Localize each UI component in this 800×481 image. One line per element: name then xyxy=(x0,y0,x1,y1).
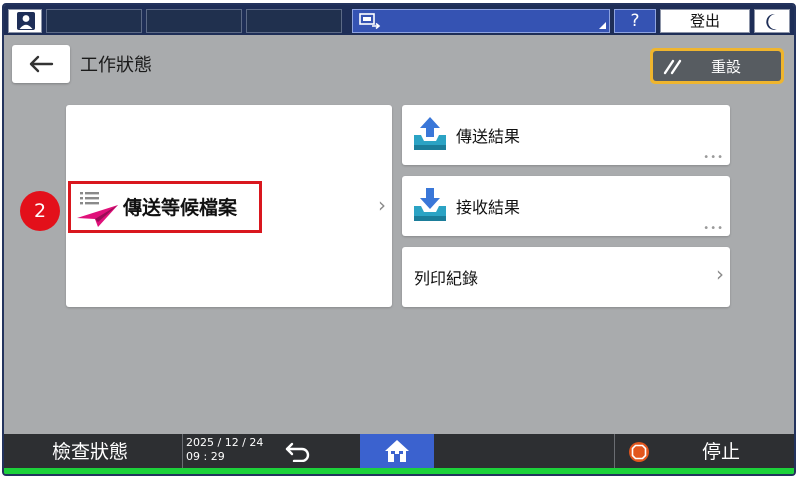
upload-tray-icon xyxy=(414,117,446,150)
widget-slot-3 xyxy=(246,9,342,33)
chevron-right-icon: › xyxy=(716,262,724,286)
status-indicator-line xyxy=(4,468,794,474)
divider xyxy=(614,434,615,468)
logout-button[interactable]: 登出 xyxy=(660,9,750,33)
receive-result-label: 接收結果 xyxy=(456,198,521,217)
reset-button-face: 重設 xyxy=(653,51,781,81)
home-icon xyxy=(385,440,409,462)
date-text: 2025 / 12 / 24 xyxy=(186,436,264,449)
more-icon: ••• xyxy=(703,223,724,234)
undo-icon[interactable] xyxy=(284,440,314,462)
send-queue-label: 傳送等候檔案 xyxy=(123,197,238,219)
print-log-label: 列印紀錄 xyxy=(414,269,479,288)
top-bar: ? 登出 xyxy=(4,5,794,35)
receive-result-card[interactable]: 接收結果 ••• xyxy=(402,176,730,236)
energy-saver-button[interactable] xyxy=(754,9,790,33)
send-queue-card[interactable]: 傳送等候檔案 › xyxy=(66,105,392,307)
dropdown-corner-icon xyxy=(599,22,606,29)
more-icon: ••• xyxy=(703,152,724,163)
user-icon xyxy=(17,12,35,30)
step-badge: 2 xyxy=(20,191,60,231)
screen-switch-field[interactable] xyxy=(352,9,610,33)
page-title: 工作狀態 xyxy=(80,55,152,76)
print-log-card[interactable]: 列印紀錄 › xyxy=(402,247,730,307)
widget-slot-2 xyxy=(146,9,242,33)
bottom-bar: 檢查狀態 2025 / 12 / 24 09 : 29 停止 xyxy=(4,434,794,468)
send-result-card[interactable]: 傳送結果 ••• xyxy=(402,105,730,165)
reset-label: 重設 xyxy=(711,58,742,76)
send-result-label: 傳送結果 xyxy=(456,127,521,146)
download-tray-icon xyxy=(414,188,446,221)
highlight-box: 傳送等候檔案 xyxy=(68,181,262,233)
screen-frame: ? 登出 工作狀態 重設 傳送等候檔案 › 2 傳送結果 ••• 接收結果 ••… xyxy=(2,3,796,476)
reset-button[interactable]: 重設 xyxy=(650,48,784,84)
reset-slash-icon xyxy=(663,59,682,75)
time-text: 09 : 29 xyxy=(186,450,225,463)
date-time: 2025 / 12 / 24 09 : 29 xyxy=(186,436,263,464)
stop-icon[interactable] xyxy=(628,441,650,463)
paper-plane-icon xyxy=(77,192,118,227)
widget-slot-1 xyxy=(46,9,142,33)
arrow-left-icon xyxy=(29,55,54,73)
home-button[interactable] xyxy=(360,434,434,468)
help-button[interactable]: ? xyxy=(614,9,656,33)
stop-button[interactable]: 停止 xyxy=(702,437,740,464)
back-button[interactable] xyxy=(12,45,70,83)
divider xyxy=(182,434,183,468)
check-status-button[interactable]: 檢查狀態 xyxy=(52,437,128,464)
screen-switch-icon xyxy=(359,13,381,30)
moon-icon xyxy=(766,13,777,30)
user-button[interactable] xyxy=(8,9,42,33)
chevron-right-icon: › xyxy=(378,193,386,217)
